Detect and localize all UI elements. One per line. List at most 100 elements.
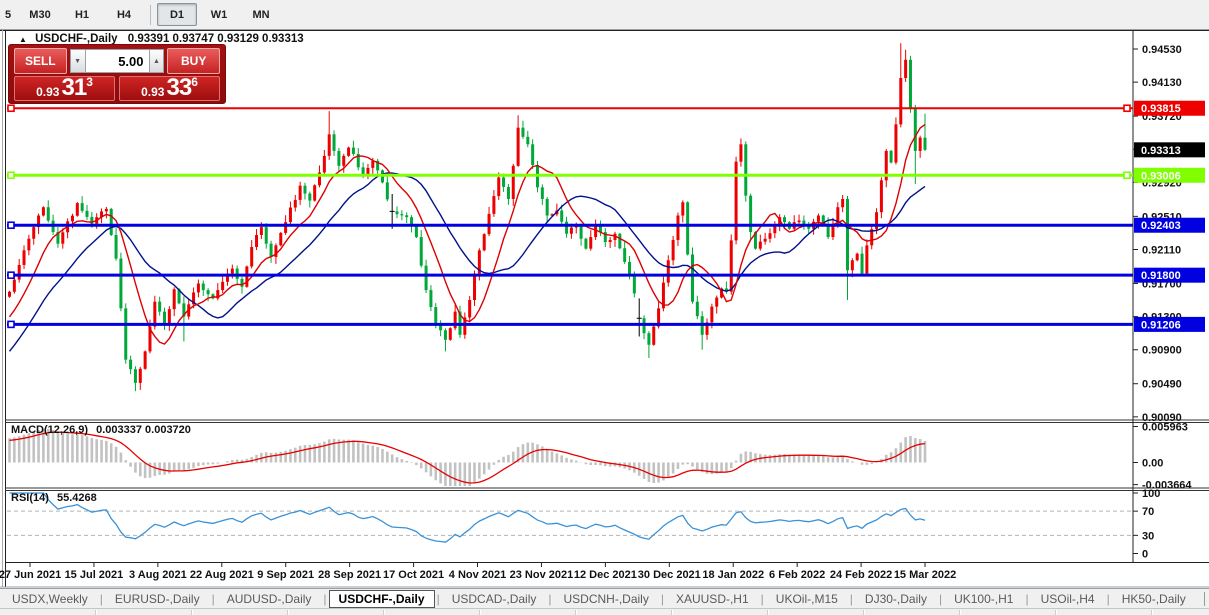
sell-price-display[interactable]: 0.93 31 3 — [14, 76, 115, 101]
ma-fast-line — [8, 124, 926, 345]
candle-body — [351, 147, 355, 154]
chart-tab-dj30[interactable]: DJ30-,Daily — [853, 591, 939, 607]
candle-body — [516, 127, 520, 166]
timeframe-button-m30[interactable]: M30 — [20, 3, 60, 26]
candle-body — [632, 276, 636, 294]
candle-body — [569, 227, 573, 234]
candle-body — [850, 260, 854, 271]
candle-body — [61, 232, 65, 244]
level-price-badge-label: 0.91206 — [1141, 319, 1181, 331]
candle-body — [550, 214, 554, 216]
candle-body — [879, 180, 883, 213]
date-axis-label: 3 Aug 2021 — [129, 569, 187, 581]
level-handle[interactable] — [7, 320, 15, 329]
buy-price-point: 6 — [191, 75, 198, 89]
chart-top-border — [0, 30, 1209, 31]
price-axis-label: 0.92510 — [1142, 211, 1182, 223]
level-price-badge-label: 0.93006 — [1141, 170, 1181, 182]
candle-body — [153, 301, 157, 327]
candle-body — [216, 290, 220, 299]
chart-tab-usdchf[interactable]: USDCHF-,Daily — [328, 590, 435, 608]
timeframe-button-h4[interactable]: H4 — [104, 3, 144, 26]
chart-tab-audusd[interactable]: AUDUSD-,Daily — [215, 591, 324, 607]
level-handle[interactable] — [7, 221, 15, 230]
candle-body — [46, 207, 50, 221]
candle-body — [56, 231, 60, 244]
candle-body — [899, 77, 903, 125]
candle-body — [366, 167, 370, 175]
candle-body — [322, 155, 326, 173]
candle-body — [114, 234, 118, 259]
candle-body — [468, 300, 472, 318]
rsi-value: 55.4268 — [56, 492, 97, 504]
sell-button[interactable]: SELL — [14, 48, 67, 74]
timeframe-button-w1[interactable]: W1 — [199, 3, 239, 26]
candle-body — [196, 283, 200, 293]
candle-body — [700, 316, 704, 335]
status-bar — [0, 608, 1209, 615]
candle-body — [192, 292, 196, 305]
level-handle[interactable] — [7, 171, 15, 180]
status-bar-seam — [479, 610, 481, 615]
buy-button[interactable]: BUY — [167, 48, 220, 74]
timeframe-button-5[interactable]: 5 — [0, 3, 18, 26]
price-axis-label: 0.90490 — [1142, 379, 1182, 391]
chart-tab-eurusd[interactable]: EURUSD-,Daily — [103, 591, 212, 607]
volume-increase-button[interactable]: ▲ — [148, 49, 165, 73]
level-handle[interactable] — [1123, 104, 1131, 113]
chart-tab-usoil[interactable]: USOil-,H4 — [1029, 591, 1107, 607]
candle-body — [845, 198, 849, 271]
status-bar-seam — [287, 610, 289, 615]
volume-input[interactable] — [85, 49, 149, 73]
buy-price-display[interactable]: 0.93 33 6 — [119, 76, 220, 101]
chart-tab-usdcnh[interactable]: USDCNH-,Daily — [552, 591, 661, 607]
candle-body — [167, 309, 171, 325]
candle-body — [95, 217, 99, 224]
collapse-triangle-icon[interactable]: ▲ — [19, 35, 27, 44]
candle-body — [148, 326, 152, 352]
candle-body — [511, 165, 515, 199]
level-handle[interactable] — [7, 271, 15, 279]
chart-tab-xauusd[interactable]: XAUUSD-,H1 — [664, 591, 761, 607]
candle-body — [327, 134, 331, 156]
candle-body — [739, 144, 743, 162]
candle-body — [225, 273, 229, 282]
volume-decrease-button[interactable]: ▼ — [69, 49, 86, 73]
candle-body — [27, 238, 31, 251]
price-axis-label: 0.90090 — [1142, 412, 1182, 424]
candle-body — [628, 261, 632, 277]
status-bar-seam — [959, 610, 961, 615]
candle-body — [347, 147, 351, 156]
candle-body — [235, 268, 239, 279]
candle-body — [773, 225, 777, 234]
candle-body — [821, 215, 825, 225]
price-axis-label: 0.92920 — [1142, 177, 1182, 189]
timeframe-button-mn[interactable]: MN — [241, 3, 281, 26]
candle-body — [720, 288, 724, 298]
candle-body — [778, 217, 782, 226]
chart-tab-usdcad[interactable]: USDCAD-,Daily — [440, 591, 549, 607]
timeframe-button-d1[interactable]: D1 — [157, 3, 197, 26]
candle-body — [100, 211, 104, 218]
chart-tab-hk50[interactable]: HK50-,Daily — [1110, 591, 1198, 607]
timeframe-button-h1[interactable]: H1 — [62, 3, 102, 26]
candle-body — [652, 326, 656, 345]
candle-body — [70, 215, 74, 222]
candle-body — [37, 215, 41, 228]
chart-tab-uk100[interactable]: UK100-,H1 — [942, 591, 1025, 607]
rsi-indicator-label: RSI(14) 55.4268 — [11, 492, 97, 504]
candle-body — [555, 210, 559, 215]
candle-body — [308, 193, 312, 201]
level-handle[interactable] — [7, 104, 15, 113]
macd-axis-label: -0.003664 — [1142, 480, 1192, 492]
candle-body — [497, 177, 501, 197]
candle-body — [443, 330, 447, 340]
level-handle[interactable] — [1123, 171, 1131, 180]
candle-body — [603, 232, 607, 243]
chart-tab-usdx[interactable]: USDX,Weekly — [0, 591, 100, 607]
candle-body — [744, 144, 748, 196]
candle-body — [158, 301, 162, 312]
rsi-name: RSI(14) — [11, 492, 49, 504]
candle-body — [608, 239, 612, 243]
chart-tab-ukoil[interactable]: UKOil-,M15 — [764, 591, 850, 607]
